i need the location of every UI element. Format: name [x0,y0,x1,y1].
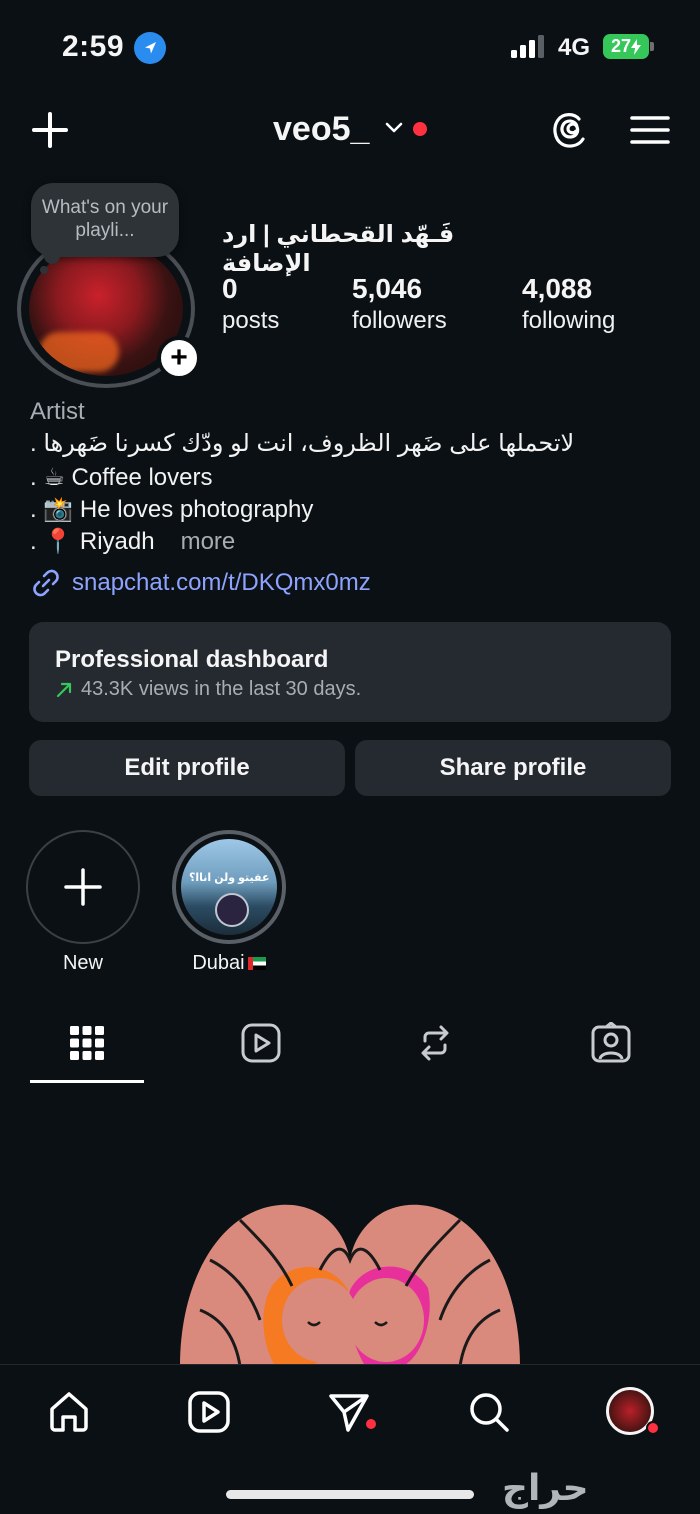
charging-bolt-icon [631,38,642,55]
highlight-ring: عفيتو ولن اناا؟ [172,830,286,944]
stat-followers[interactable]: 5,046 followers [352,272,447,336]
messages-icon[interactable] [326,1389,372,1435]
grid-icon[interactable] [66,1022,108,1064]
reels-tab-icon[interactable] [240,1022,282,1064]
threads-icon[interactable] [546,106,594,154]
profile-notification-dot [646,1421,660,1435]
profile-header: veo5_ [0,100,700,160]
bio-more-link[interactable]: more [181,528,236,555]
messages-notification-dot [366,1419,376,1429]
create-plus-icon[interactable] [26,106,74,154]
plus-icon [64,868,102,906]
active-tab-indicator [30,1080,144,1083]
bio-link[interactable]: snapchat.com/t/DKQmx0mz [30,566,371,600]
highlight-cover-image: عفيتو ولن اناا؟ [181,839,277,935]
stat-posts[interactable]: 0 posts [222,272,279,336]
note-bubble-tail-dot [40,266,48,274]
tagged-icon[interactable] [590,1022,632,1064]
highlight-cover-text: عفيتو ولن اناا؟ [189,872,270,884]
bio-link-text[interactable]: snapchat.com/t/DKQmx0mz [72,569,371,597]
note-bubble-tail [44,248,60,264]
highlight-new-circle [26,830,140,944]
dashboard-views-text: 43.3K views in the last 30 days. [81,678,362,700]
bio-line: لاتحملها على ضَهر الظروف، انت لو ودّك كس… [30,430,575,457]
stat-label: posts [222,307,280,334]
network-type: 4G [558,34,591,61]
link-icon [33,569,59,597]
home-icon[interactable] [46,1389,92,1435]
status-time: 2:59 [62,30,125,63]
stat-following[interactable]: 4,088 following [522,272,615,336]
account-notification-dot [413,122,427,136]
battery-cap [650,42,654,51]
cellular-signal-icon [511,35,544,58]
dashboard-title: Professional dashboard [55,646,329,673]
display-name: فَـهّد القحطاني | ارد الإضافة [222,221,455,277]
menu-hamburger-icon[interactable] [626,106,674,154]
stat-label: followers [352,307,447,334]
stat-label: following [522,307,616,334]
highlight-label: Dubai [192,952,245,974]
highlight-dubai[interactable]: عفيتو ولن اناا؟ Dubai [172,830,286,975]
battery-indicator: 27 [603,34,649,59]
edit-profile-button[interactable]: Edit profile [29,740,345,796]
share-profile-button[interactable]: Share profile [355,740,671,796]
username[interactable]: veo5_ [273,110,369,149]
add-story-plus-icon[interactable]: + [157,336,201,380]
highlight-cover-thumbnail [215,893,249,927]
watermark-logo: حراج [502,1468,589,1509]
bio-line: . ☕ Coffee lovers [30,464,213,491]
reels-icon[interactable] [186,1389,232,1435]
trend-up-arrow-icon [56,682,72,697]
bio-line: . 📸 He loves photography [30,496,314,523]
battery-percent: 27 [610,36,632,56]
status-bar: 2:59 4G 27 [0,0,700,92]
dashboard-subtitle: 43.3K views in the last 30 days. [55,678,361,701]
uae-flag-icon [247,957,266,971]
note-bubble[interactable]: What's on your playli... [31,183,179,257]
reposts-icon[interactable] [414,1022,456,1064]
profile-category: Artist [30,398,85,425]
professional-dashboard-card[interactable]: Professional dashboard 43.3K views in th… [29,622,671,722]
highlight-label: New [62,952,103,974]
highlight-new[interactable]: New [26,830,140,975]
highlight-label-row: Dubai [172,952,286,975]
stat-value: 5,046 [352,273,423,304]
stat-value: 4,088 [522,273,593,304]
bio-line-last: . 📍 Riyadh more [30,526,235,558]
location-arrow-icon [134,32,166,64]
home-indicator[interactable] [226,1490,474,1499]
search-icon[interactable] [466,1389,512,1435]
heart-hands-illustration [180,1204,520,1366]
stat-value: 0 [222,273,238,304]
profile-content-tabs [0,1010,700,1084]
chevron-down-icon[interactable] [384,120,404,136]
bio-line: . 📍 Riyadh [30,528,155,555]
